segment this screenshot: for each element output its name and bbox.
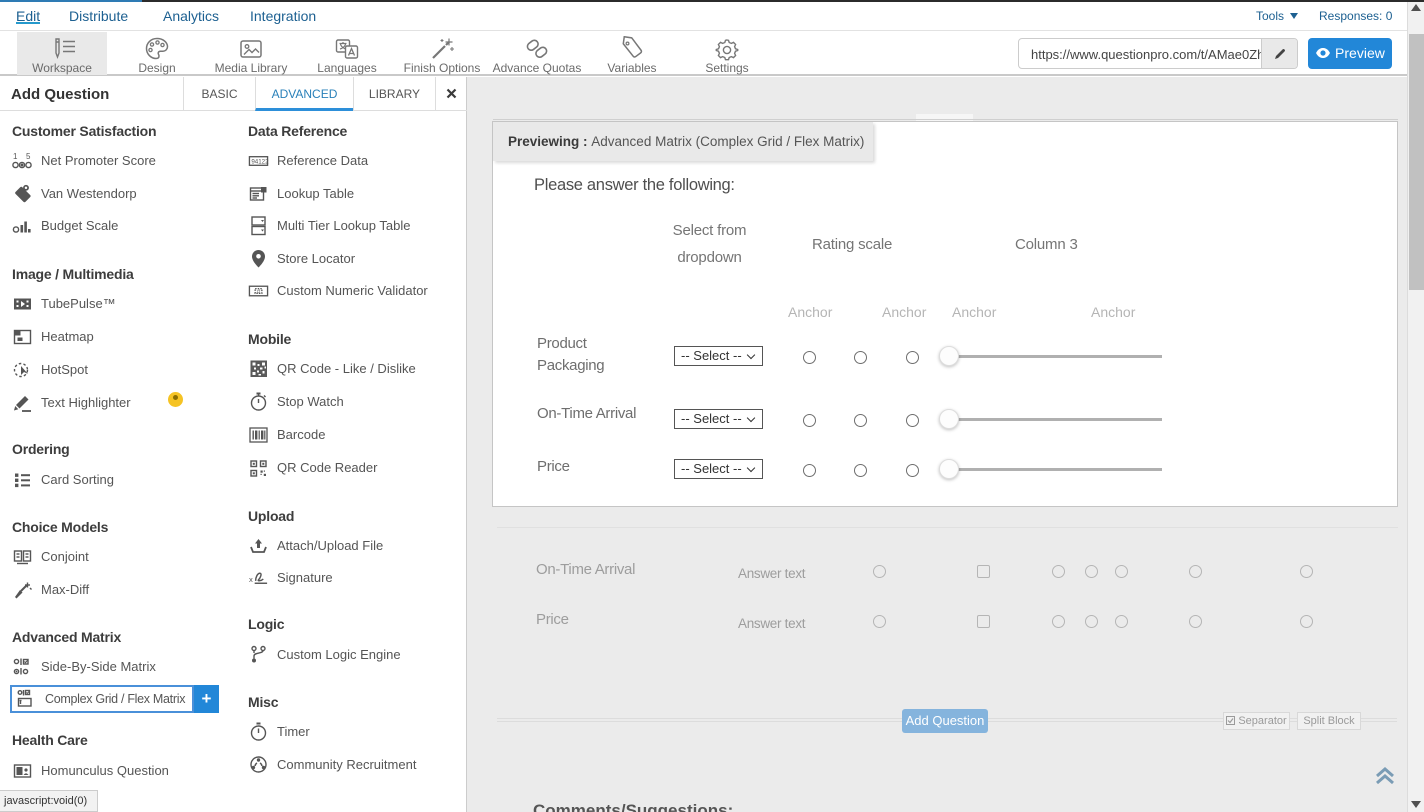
svg-text:x: x	[249, 574, 253, 583]
svg-text:5: 5	[26, 152, 31, 161]
svg-text:1: 1	[13, 152, 18, 161]
svg-text:#: #	[257, 288, 261, 295]
svg-text:94122: 94122	[251, 158, 269, 165]
